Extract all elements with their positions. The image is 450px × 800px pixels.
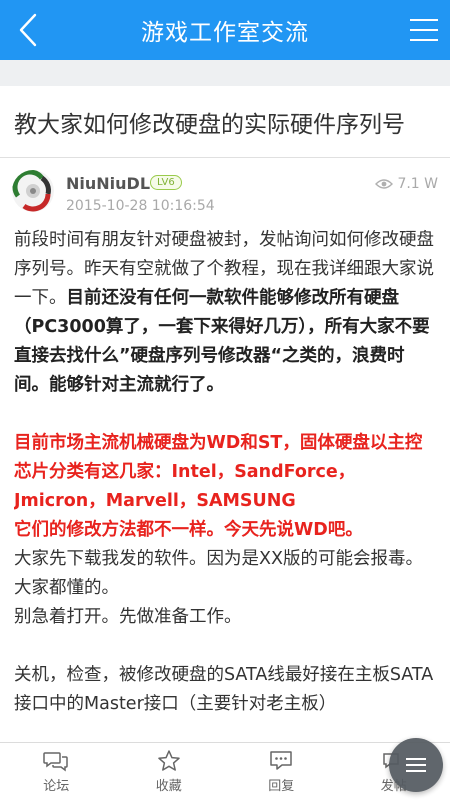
paragraph-prepare: 别急着打开。先做准备工作。	[14, 607, 242, 627]
post-content: 前段时间有朋友针对硬盘被封，发帖询问如何修改硬盘序列号。昨天有空就做了个教程，现…	[14, 226, 438, 736]
bottom-nav: 论坛 收藏 回复 发帖	[0, 742, 450, 800]
tab-forum[interactable]: 论坛	[0, 743, 113, 800]
chat-bubbles-icon	[43, 752, 68, 772]
paragraph-shutdown: 关机，检查，被修改硬盘的SATA线最好接在主板SATA接口中的Master接口（…	[14, 665, 434, 714]
menu-icon	[410, 19, 438, 41]
intro-bold-text: 目前还没有任何一款软件能够修改所有硬盘（PC3000算了，一套下来得好几万），所…	[14, 288, 430, 395]
eye-icon	[375, 179, 394, 189]
section-divider	[0, 60, 450, 86]
avatar[interactable]	[12, 170, 54, 212]
paragraph-intro: 前段时间有朋友针对硬盘被封，发帖询问如何修改硬盘序列号。昨天有空就做了个教程，现…	[14, 226, 438, 400]
level-badge: LV6	[150, 175, 182, 190]
red-highlight-text-2: 它们的修改方法都不一样。今天先说WD吧。	[14, 520, 363, 540]
comment-icon	[270, 751, 292, 770]
paragraph-download: 大家先下载我发的软件。因为是XX版的可能会报毒。大家都懂的。	[14, 549, 423, 598]
tab-forum-label: 论坛	[43, 779, 70, 794]
tab-reply[interactable]: 回复	[225, 743, 338, 800]
post-header: NiuNiuDL LV6 2015-10-28 10:16:54 7.1 W	[0, 158, 450, 224]
menu-button[interactable]	[406, 10, 442, 50]
tab-favorite-label: 收藏	[155, 779, 182, 794]
floating-menu-button[interactable]	[389, 738, 443, 792]
menu-icon	[406, 758, 426, 772]
header-title: 游戏工作室交流	[141, 20, 309, 46]
app-header: 游戏工作室交流	[0, 0, 450, 60]
back-button[interactable]	[6, 6, 50, 54]
topic-title: 教大家如何修改硬盘的实际硬件序列号	[14, 111, 405, 138]
chevron-left-icon	[19, 13, 37, 47]
tab-reply-label: 回复	[268, 779, 295, 794]
tab-favorite[interactable]: 收藏	[113, 743, 226, 800]
star-icon	[158, 750, 180, 771]
view-count-value: 7.1 W	[397, 176, 438, 192]
avatar-image	[12, 170, 54, 212]
author-name[interactable]: NiuNiuDL	[66, 174, 150, 193]
topic-header: 教大家如何修改硬盘的实际硬件序列号	[0, 86, 450, 158]
paragraph-spacer-2	[14, 632, 438, 661]
post-time: 2015-10-28 10:16:54	[66, 198, 215, 214]
view-count: 7.1 W	[375, 176, 438, 192]
red-highlight-text: 目前市场主流机械硬盘为WD和ST，固体硬盘以主控芯片分类有这几家：Intel，S…	[14, 433, 423, 511]
